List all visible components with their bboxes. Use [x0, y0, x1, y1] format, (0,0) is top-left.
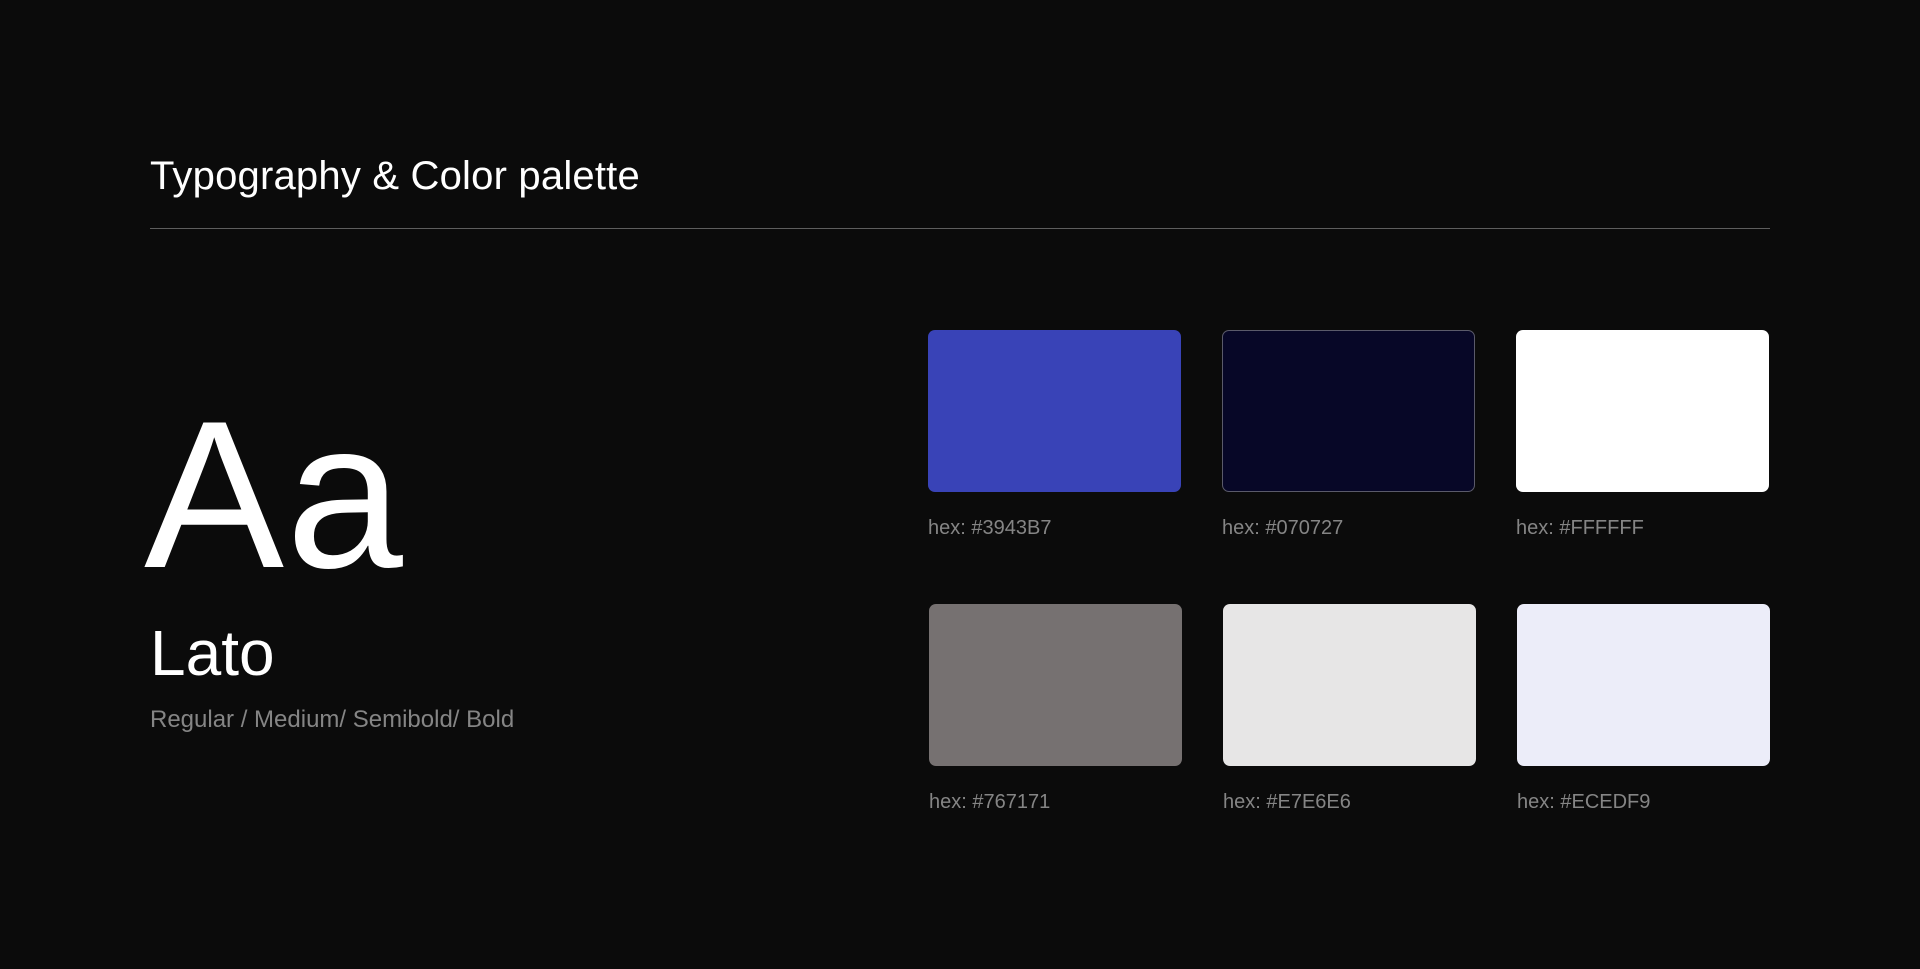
divider: [150, 228, 1770, 229]
swatch-hex-label: hex: #070727: [1222, 517, 1344, 539]
color-swatch: [1223, 604, 1476, 766]
swatch-hex-label: hex: #E7E6E6: [1223, 791, 1351, 813]
swatch-hex-label: hex: #3943B7: [928, 517, 1052, 539]
color-swatch: [928, 330, 1181, 492]
color-swatch: [929, 604, 1182, 766]
color-swatch: [1516, 330, 1769, 492]
color-swatch: [1222, 330, 1475, 492]
font-weights: Regular / Medium/ Semibold/ Bold: [150, 706, 515, 733]
color-swatch: [1517, 604, 1770, 766]
type-specimen: Aa: [144, 377, 405, 612]
swatch-hex-label: hex: #FFFFFF: [1516, 517, 1644, 539]
swatch-hex-label: hex: #767171: [929, 791, 1051, 813]
page-title: Typography & Color palette: [150, 154, 640, 198]
font-name: Lato: [150, 617, 275, 689]
swatch-hex-label: hex: #ECEDF9: [1517, 791, 1651, 813]
